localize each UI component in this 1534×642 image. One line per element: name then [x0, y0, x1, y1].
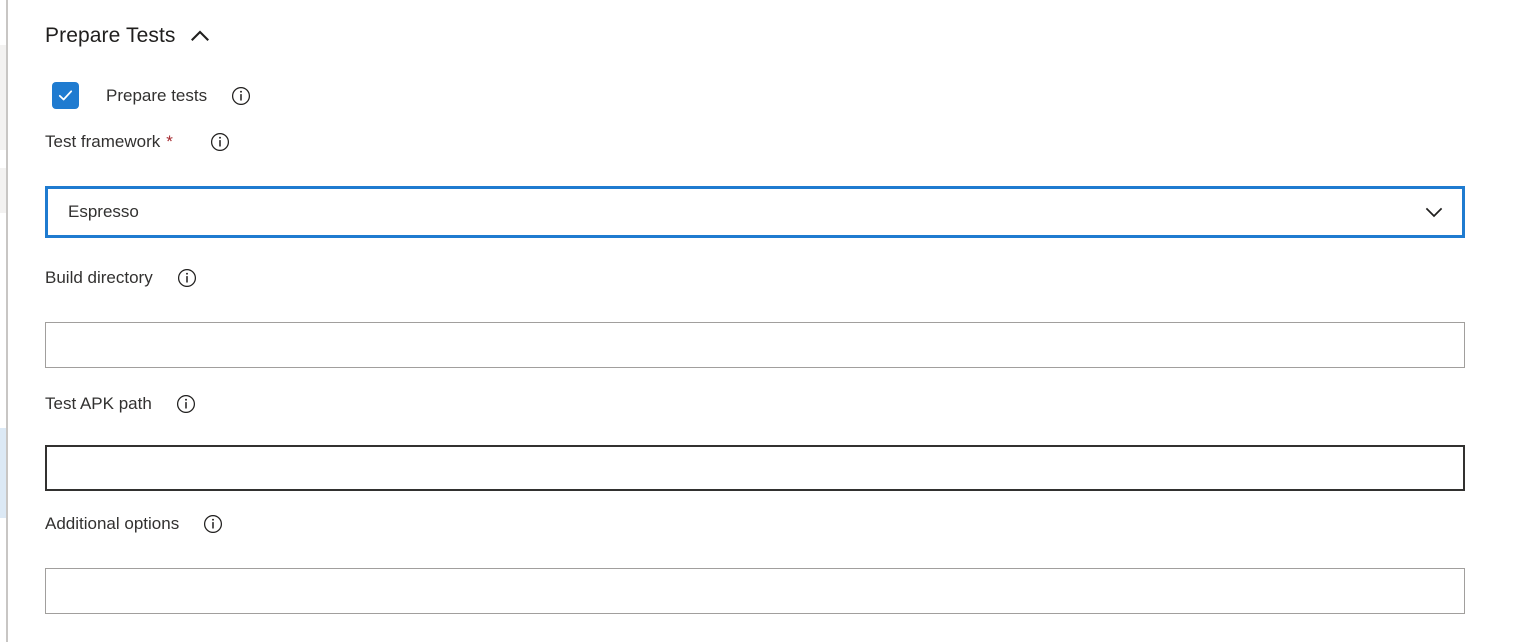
info-circle-icon[interactable]	[176, 394, 196, 414]
label-additional-options: Additional options	[45, 512, 223, 536]
test-framework-dropdown[interactable]: Espresso	[45, 186, 1465, 238]
panel-content: Prepare Tests Prepare tests Test framewo…	[0, 0, 1534, 642]
label-test-framework-text: Test framework	[45, 132, 161, 151]
prepare-tests-checkbox-row[interactable]: Prepare tests	[52, 82, 251, 109]
build-directory-input[interactable]	[45, 322, 1465, 368]
prepare-tests-panel: Prepare Tests Prepare tests Test framewo…	[0, 0, 1534, 642]
test-framework-selected-value: Espresso	[68, 202, 139, 221]
info-circle-icon[interactable]	[210, 132, 230, 152]
info-circle-icon[interactable]	[203, 514, 223, 534]
label-test-apk-path: Test APK path	[45, 392, 196, 416]
info-circle-icon[interactable]	[231, 86, 251, 106]
page-title: Prepare Tests	[45, 24, 176, 47]
label-test-apk-path-text: Test APK path	[45, 394, 152, 413]
label-build-directory-text: Build directory	[45, 268, 153, 287]
prepare-tests-checkbox-label: Prepare tests	[106, 85, 208, 105]
section-header-prepare-tests[interactable]: Prepare Tests	[45, 22, 212, 50]
required-marker-test-framework: *	[166, 132, 173, 151]
label-additional-options-text: Additional options	[45, 514, 180, 533]
label-test-framework: Test framework *	[45, 130, 230, 154]
info-circle-icon[interactable]	[177, 268, 197, 288]
prepare-tests-checkbox[interactable]	[52, 82, 79, 109]
chevron-down-icon[interactable]	[1423, 201, 1462, 223]
chevron-up-icon[interactable]	[188, 24, 212, 48]
test-apk-path-input[interactable]	[45, 445, 1465, 491]
additional-options-input[interactable]	[45, 568, 1465, 614]
label-build-directory: Build directory	[45, 266, 197, 290]
